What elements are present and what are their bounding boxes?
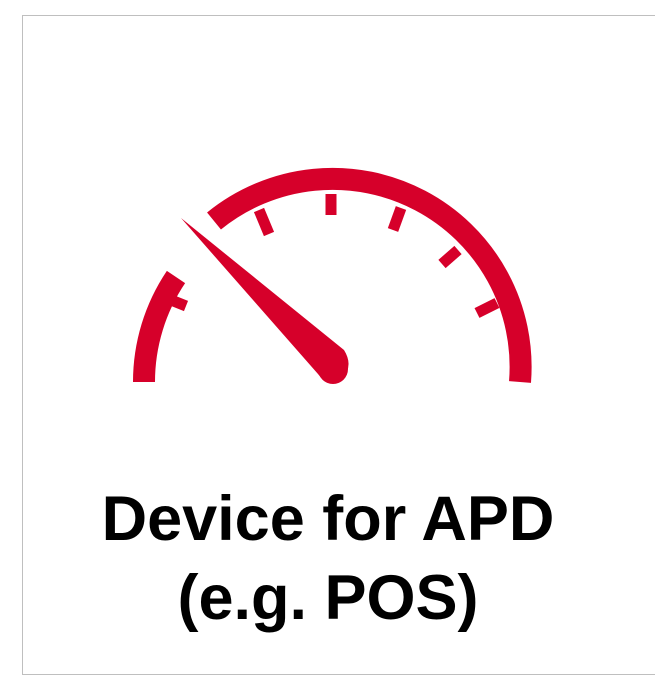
caption-line-2: (e.g. POS) [177,563,479,633]
gauge-tick [438,245,462,269]
caption-line-1: Device for APD [101,484,555,554]
gauge-needle-hub [318,354,348,384]
gauge-tick [387,206,407,232]
gauge-tick [474,298,500,318]
gauge-tick [253,207,275,237]
speedometer-icon [132,167,532,384]
